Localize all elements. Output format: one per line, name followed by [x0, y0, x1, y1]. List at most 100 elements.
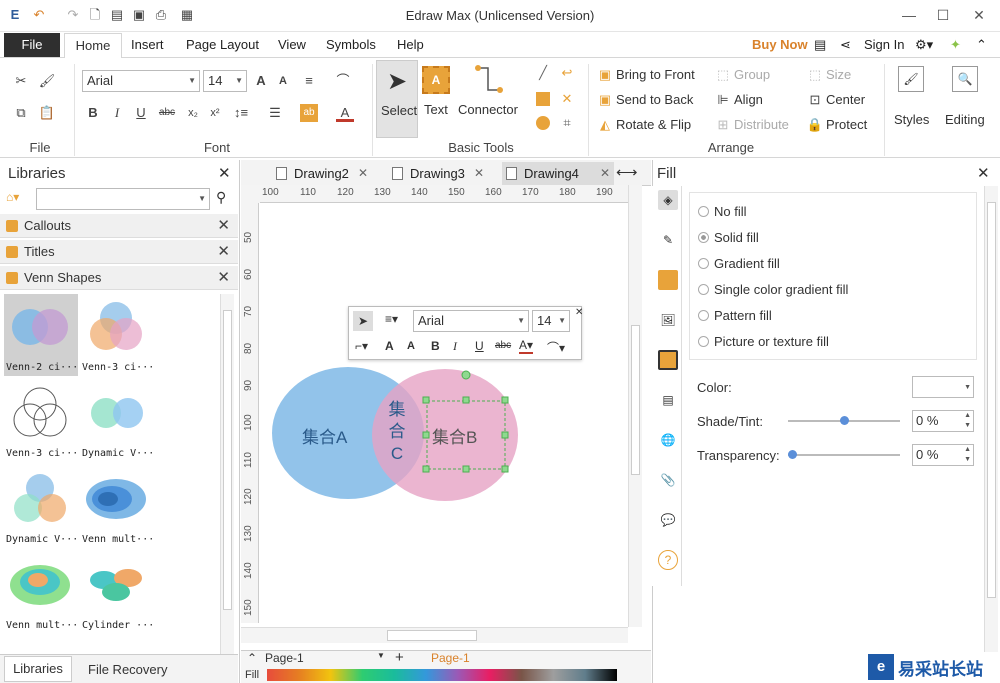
attachment-tab-icon[interactable]: 📎 [658, 470, 678, 490]
libraries-tab[interactable]: Libraries [4, 656, 72, 682]
size-button[interactable]: Size [826, 67, 851, 82]
font-color-icon[interactable]: A [336, 104, 354, 122]
color-palette-strip[interactable] [267, 669, 617, 681]
sign-in-link[interactable]: Sign In [864, 37, 904, 52]
share-icon[interactable]: ⋖ [840, 37, 851, 53]
shape-cylinder[interactable]: Cylinder ··· [80, 552, 154, 634]
drawing-canvas[interactable]: 集合A 集合B 集合C [260, 203, 628, 627]
section-close-icon[interactable]: ✕ [217, 266, 230, 290]
align-button[interactable]: Align [734, 92, 763, 107]
transparency-slider-handle[interactable] [788, 450, 797, 459]
italic-icon[interactable]: I [453, 339, 457, 354]
cut-icon[interactable]: ✂ [12, 72, 30, 90]
tab-drawing3[interactable]: Drawing3 ✕ [388, 162, 488, 185]
add-page-icon[interactable]: + [395, 649, 404, 666]
line-tool-icon[interactable]: ╱ [534, 64, 552, 82]
tab-close-icon[interactable]: ✕ [358, 162, 368, 185]
paste-icon[interactable]: 📋 [38, 104, 56, 122]
minimize-button[interactable]: — [896, 4, 922, 26]
shape-venn-3-circles[interactable]: Venn-3 ci··· [80, 294, 154, 376]
hyperlink-tab-icon[interactable]: 🌐 [658, 430, 678, 450]
section-titles[interactable]: Titles ✕ [0, 240, 238, 264]
pointer-icon[interactable]: ➤ [353, 311, 373, 331]
text-path-icon[interactable]: ⌒▾ [547, 339, 565, 356]
shape-dynamic-venn-2[interactable]: Dynamic V··· [4, 466, 78, 548]
no-fill-label[interactable]: No fill [714, 204, 747, 219]
fill-tab-icon[interactable]: ◈ [658, 190, 678, 210]
underline-icon[interactable]: U [132, 104, 150, 122]
menu-symbols[interactable]: Symbols [326, 37, 376, 52]
connector-style-icon[interactable]: ⌐▾ [355, 339, 368, 353]
font-color-icon[interactable]: A▾ [519, 338, 534, 354]
solid-fill-radio[interactable] [698, 232, 709, 243]
picture-fill-label[interactable]: Picture or texture fill [714, 334, 829, 349]
menu-view[interactable]: View [278, 37, 306, 52]
file-recovery-tab[interactable]: File Recovery [88, 662, 167, 677]
underline-icon[interactable]: U [475, 339, 484, 353]
grow-font-icon[interactable]: A [385, 339, 394, 353]
shrink-font-icon[interactable]: A [407, 340, 415, 352]
distribute-button[interactable]: Distribute [734, 117, 789, 132]
superscript-icon[interactable]: x² [206, 104, 224, 122]
rotate-flip-button[interactable]: Rotate & Flip [616, 117, 691, 132]
highlight-color-icon[interactable]: ab [300, 104, 318, 122]
line-tab-icon[interactable]: ✎ [658, 230, 678, 250]
collapse-ribbon-icon[interactable]: ⌃ [976, 37, 987, 53]
shadow-tab-icon[interactable] [658, 270, 678, 290]
bold-icon[interactable]: B [431, 339, 440, 353]
comment-tab-icon[interactable]: 💬 [658, 510, 678, 530]
settings-gear-icon[interactable]: ⚙▾ [915, 37, 933, 53]
tab-scroll-arrows-icon[interactable]: ⟷ [616, 163, 638, 181]
horizontal-scrollbar[interactable] [241, 627, 628, 643]
connector-tool-label[interactable]: Connector [458, 102, 518, 117]
transparency-slider[interactable] [788, 454, 900, 456]
menu-insert[interactable]: Insert [131, 37, 164, 52]
set-c-label[interactable]: 集合C [387, 399, 407, 465]
transparency-input[interactable]: 0 % ▲ ▼ [912, 444, 974, 466]
shape-venn-multi-2[interactable]: Venn mult··· [4, 552, 78, 634]
single-color-gradient-label[interactable]: Single color gradient fill [714, 282, 848, 297]
shape-venn-multi[interactable]: Venn mult··· [80, 466, 154, 548]
single-color-gradient-radio[interactable] [698, 284, 709, 295]
connector-tool-icon[interactable] [474, 64, 504, 94]
mini-close-icon[interactable]: ✕ [575, 307, 583, 318]
menu-file[interactable]: File [4, 33, 60, 57]
font-size-select[interactable]: 14 ▼ [203, 70, 247, 92]
theme-icon[interactable]: ✦ [950, 37, 961, 53]
image-tab-icon[interactable]: 🖼 [658, 310, 678, 330]
menu-home[interactable]: Home [64, 33, 122, 59]
page-tab[interactable]: Page-1 [431, 651, 470, 665]
styles-icon[interactable]: 🖌 [898, 66, 924, 92]
solid-fill-label[interactable]: Solid fill [714, 230, 759, 245]
libraries-close-icon[interactable]: ✕ [218, 164, 231, 182]
page-select-arrow-icon[interactable]: ▼ [377, 651, 385, 660]
copy-icon[interactable]: ⧉ [12, 104, 30, 122]
document-tab-icon[interactable]: ▤ [658, 390, 678, 410]
shape-venn-2-circles[interactable]: Venn-2 ci··· [4, 294, 78, 376]
shade-slider-handle[interactable] [840, 416, 849, 425]
font-family-select[interactable]: Arial ▼ [82, 70, 200, 92]
align-text-icon[interactable]: ≡▾ [385, 312, 398, 326]
no-fill-radio[interactable] [698, 206, 709, 217]
set-a-label[interactable]: 集合A [302, 423, 347, 448]
tab-close-icon[interactable]: ✕ [600, 162, 610, 185]
set-b-label[interactable]: 集合B [432, 423, 477, 448]
rectangle-tool-icon[interactable] [536, 92, 550, 106]
center-button[interactable]: Center [826, 92, 865, 107]
tab-drawing2[interactable]: Drawing2 ✕ [272, 162, 372, 185]
strikethrough-icon[interactable]: abc [495, 340, 511, 351]
editing-button[interactable]: Editing [945, 112, 985, 127]
strikethrough-icon[interactable]: abc [158, 104, 176, 122]
maximize-button[interactable]: ☐ [930, 4, 956, 26]
shape-dynamic-venn[interactable]: Dynamic V··· [80, 380, 154, 462]
italic-icon[interactable]: I [108, 104, 126, 122]
mini-font-family-select[interactable]: Arial ▼ [413, 310, 529, 332]
align-text-icon[interactable]: ≡ [300, 72, 318, 90]
bring-to-front-button[interactable]: Bring to Front [616, 67, 695, 82]
gradient-fill-radio[interactable] [698, 258, 709, 269]
section-callouts[interactable]: Callouts ✕ [0, 214, 238, 238]
library-search-icon[interactable]: ⚲ [216, 189, 226, 206]
shape-venn-3-outline[interactable]: Venn-3 ci··· [4, 380, 78, 462]
text-tool-label[interactable]: Text [424, 102, 448, 117]
library-scrollbar[interactable] [220, 294, 234, 654]
